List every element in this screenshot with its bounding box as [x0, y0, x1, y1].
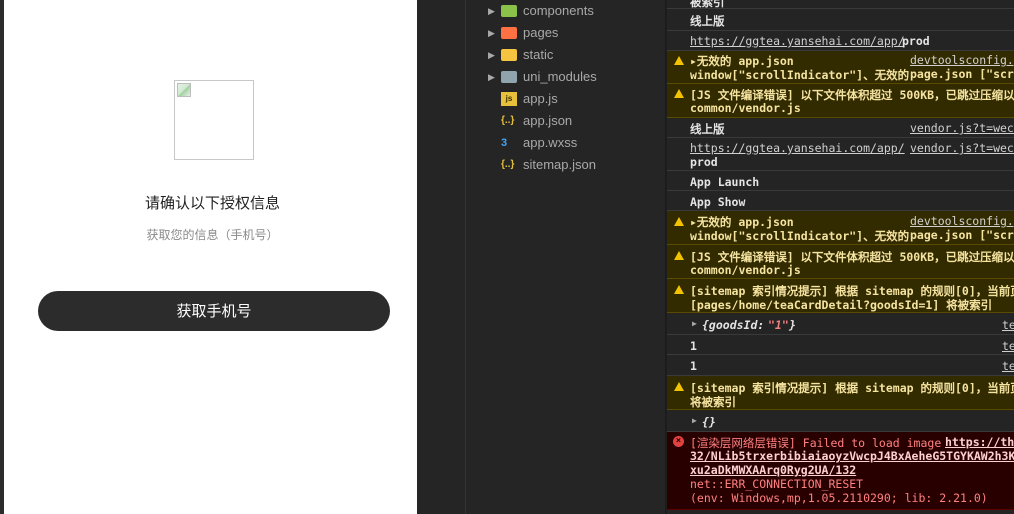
panel-splitter[interactable] — [417, 0, 466, 514]
console-row: 被索引 — [667, 0, 1014, 9]
source-link[interactable]: te — [1002, 359, 1014, 373]
console-text: [sitemap 索引情况提示] 根据 sitemap 的规则[0]，当前页 — [690, 381, 1014, 395]
console-link[interactable]: https://thi — [945, 435, 1014, 449]
source-link[interactable]: vendor.js?t=wech — [910, 141, 1014, 155]
css-file-icon: 3 — [501, 137, 508, 149]
warning-icon — [674, 89, 684, 98]
console-link[interactable]: https://ggtea.yansehai.com/app/ — [690, 141, 905, 155]
console-text: 1 — [690, 339, 697, 353]
warning-icon — [674, 251, 684, 260]
tree-item[interactable]: 3 app.wxss — [466, 132, 666, 154]
console-panel: 被索引 线上版 https://ggtea.yansehai.com/app/ … — [667, 0, 1014, 514]
tree-item[interactable]: js app.js — [466, 88, 666, 110]
file-tree: ▶ components ▶ pages ▶ static ▶ uni_modules js ap… — [466, 0, 666, 514]
tree-item-label: app.wxss — [523, 135, 578, 150]
console-row: ▶ {} — [667, 410, 1014, 432]
source-link[interactable]: devtoolsconfig.j — [910, 214, 1014, 228]
broken-image-icon — [177, 83, 191, 97]
console-link[interactable]: 32/NLib5trxerbibiaiaoyzVwcpJ4BxAeheG5TGY… — [690, 449, 1014, 463]
console-text: common/vendor.js — [690, 263, 801, 277]
simulator-panel: 请确认以下授权信息 获取您的信息（手机号） 获取手机号 — [0, 0, 417, 514]
console-warning-row: [sitemap 索引情况提示] 根据 sitemap 的规则[0]，当前页 将… — [667, 376, 1014, 410]
expand-caret-icon[interactable]: ▶ — [692, 416, 697, 425]
console-link[interactable]: xu2aDkMWXAArq0Ryg2UA/132 — [690, 463, 856, 477]
warning-icon — [674, 217, 684, 226]
console-text: 1 — [690, 359, 697, 373]
tree-item-label: sitemap.json — [523, 157, 596, 172]
console-row: ▶ {goodsId: "1" } te — [667, 313, 1014, 335]
auth-title: 请确认以下授权信息 — [144, 194, 280, 212]
console-row: 1 te — [667, 335, 1014, 355]
get-phone-button[interactable]: 获取手机号 — [38, 291, 390, 331]
console-warning-row: ▸无效的 app.json window["scrollIndicator"]、… — [667, 211, 1014, 245]
console-warning-row: ▸无效的 app.json window["scrollIndicator"]、… — [667, 51, 1014, 84]
console-text: page.json ["scr — [910, 228, 1014, 242]
console-row: App Launch — [667, 171, 1014, 191]
console-row: 1 te — [667, 355, 1014, 376]
tree-item[interactable]: ▶ uni_modules — [466, 66, 666, 88]
console-text: {goodsId: — [702, 318, 765, 332]
console-text: {} — [702, 415, 716, 429]
tree-item-label: app.js — [523, 91, 558, 106]
console-text: App Show — [690, 195, 746, 209]
tree-item-label: components — [523, 3, 594, 18]
console-text: prod — [690, 155, 718, 169]
console-row: https://ggtea.yansehai.com/app/ prod ven… — [667, 138, 1014, 171]
console-text: App Launch — [690, 175, 760, 189]
warning-icon — [674, 382, 684, 391]
components-folder-icon — [501, 5, 517, 17]
console-error-row: × [渲染层网络层错误] Failed to load image https:… — [667, 432, 1014, 510]
tree-item[interactable]: {..} app.json — [466, 110, 666, 132]
console-warning-row: [JS 文件编译错误] 以下文件体积超过 500KB，已跳过压缩以 common… — [667, 245, 1014, 279]
tree-item[interactable]: {..} sitemap.json — [466, 154, 666, 176]
console-text: page.json ["scr — [910, 67, 1014, 81]
auth-subtitle: 获取您的信息（手机号） — [146, 228, 279, 242]
source-link[interactable]: te — [1002, 318, 1014, 332]
error-icon: × — [673, 436, 684, 447]
console-text: 线上版 — [690, 122, 725, 136]
console-row: https://ggtea.yansehai.com/app/ prod — [667, 31, 1014, 51]
console-text: [pages/home/teaCardDetail?goodsId=1] 将被索… — [690, 298, 993, 312]
tree-item[interactable]: ▶ components — [466, 0, 666, 22]
broken-image — [174, 80, 254, 160]
console-text: common/vendor.js — [690, 101, 801, 115]
folder-icon — [501, 71, 517, 83]
json-file-icon: {..} — [501, 115, 515, 126]
console-row: App Show — [667, 191, 1014, 211]
expand-caret-icon[interactable]: ▶ — [692, 319, 697, 328]
console-text: net::ERR_CONNECTION_RESET — [690, 477, 864, 491]
tree-item-label: uni_modules — [523, 69, 597, 84]
console-text: prod — [902, 34, 930, 48]
tree-item-label: app.json — [523, 113, 573, 128]
js-file-icon: js — [501, 92, 517, 106]
source-link[interactable]: te — [1002, 339, 1014, 353]
console-text: "1" — [768, 318, 789, 332]
console-text: 线上版 — [690, 14, 725, 28]
tree-item-label: static — [523, 47, 554, 62]
console-row: 线上版 — [667, 9, 1014, 31]
chevron-right-icon[interactable]: ▶ — [488, 0, 495, 22]
json-file-icon: {..} — [501, 159, 515, 170]
warning-icon — [674, 56, 684, 65]
chevron-right-icon[interactable]: ▶ — [488, 22, 495, 44]
source-link[interactable]: devtoolsconfig.j — [910, 53, 1014, 67]
tree-item[interactable]: ▶ pages — [466, 22, 666, 44]
console-warning-row: [JS 文件编译错误] 以下文件体积超过 500KB，已跳过压缩以 common… — [667, 84, 1014, 118]
pages-folder-icon — [501, 27, 517, 39]
console-text: (env: Windows,mp,1.05.2110290; lib: 2.21… — [690, 491, 988, 505]
tree-item-label: pages — [523, 25, 559, 40]
console-text: 将被索引 — [690, 395, 736, 409]
console-text: } — [789, 318, 796, 332]
static-folder-icon — [501, 49, 517, 61]
console-text: window["scrollIndicator"]、无效的 — [690, 68, 910, 82]
warning-icon — [674, 285, 684, 294]
console-link[interactable]: https://ggtea.yansehai.com/app/ — [690, 34, 905, 48]
console-row: 线上版 vendor.js?t=wech — [667, 118, 1014, 138]
chevron-right-icon[interactable]: ▶ — [488, 66, 495, 88]
console-text: window["scrollIndicator"]、无效的 — [690, 229, 910, 243]
chevron-right-icon[interactable]: ▶ — [488, 44, 495, 66]
console-warning-row: [sitemap 索引情况提示] 根据 sitemap 的规则[0]，当前页 [… — [667, 279, 1014, 313]
source-link[interactable]: vendor.js?t=wech — [910, 121, 1014, 135]
tree-item[interactable]: ▶ static — [466, 44, 666, 66]
